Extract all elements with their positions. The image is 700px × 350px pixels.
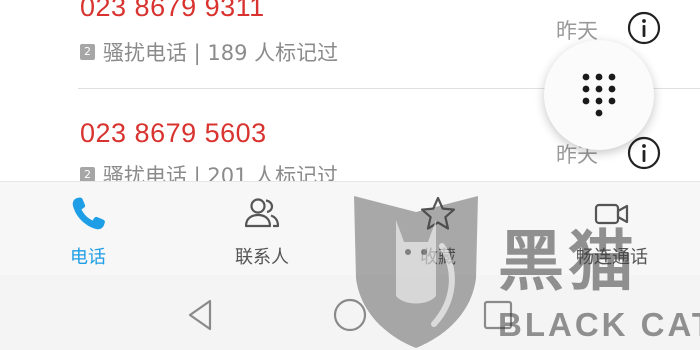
tab-label: 电话 bbox=[70, 247, 106, 268]
phone-number: 023 8679 9311 bbox=[80, 0, 265, 22]
star-icon bbox=[420, 196, 456, 230]
dialpad-button[interactable] bbox=[544, 40, 654, 150]
tab-label: 畅连通话 bbox=[576, 247, 648, 268]
spam-tag: 骚扰电话 | 201 人标记过 bbox=[103, 164, 339, 181]
tab-video-call[interactable]: 畅连通话 bbox=[542, 182, 682, 276]
spam-tag-row: 2 骚扰电话 | 189 人标记过 bbox=[80, 37, 338, 67]
phone-icon bbox=[72, 197, 105, 230]
tab-label: 联系人 bbox=[235, 247, 289, 268]
dialpad-icon bbox=[582, 73, 616, 117]
back-triangle-icon[interactable] bbox=[180, 295, 220, 335]
sim-2-icon: 2 bbox=[80, 167, 95, 181]
tab-phone[interactable]: 电话 bbox=[18, 182, 158, 276]
home-circle-icon[interactable] bbox=[330, 295, 370, 335]
system-nav-bar bbox=[0, 275, 700, 350]
spam-tag-row: 2 骚扰电话 | 201 人标记过 bbox=[80, 160, 338, 181]
spam-tag: 骚扰电话 | 189 人标记过 bbox=[103, 41, 339, 65]
phone-number: 023 8679 5603 bbox=[80, 118, 267, 148]
info-icon[interactable] bbox=[627, 11, 661, 45]
bottom-tab-bar: 电话 联系人 收藏 畅连通话 bbox=[0, 181, 700, 276]
info-icon[interactable] bbox=[627, 136, 661, 170]
video-call-icon bbox=[594, 203, 629, 225]
tab-label: 收藏 bbox=[420, 247, 456, 268]
sim-2-icon: 2 bbox=[80, 44, 95, 60]
tab-contacts[interactable]: 联系人 bbox=[192, 182, 332, 276]
tab-favorites[interactable]: 收藏 bbox=[368, 182, 508, 276]
contacts-icon bbox=[244, 198, 280, 228]
recents-square-icon[interactable] bbox=[478, 295, 518, 335]
